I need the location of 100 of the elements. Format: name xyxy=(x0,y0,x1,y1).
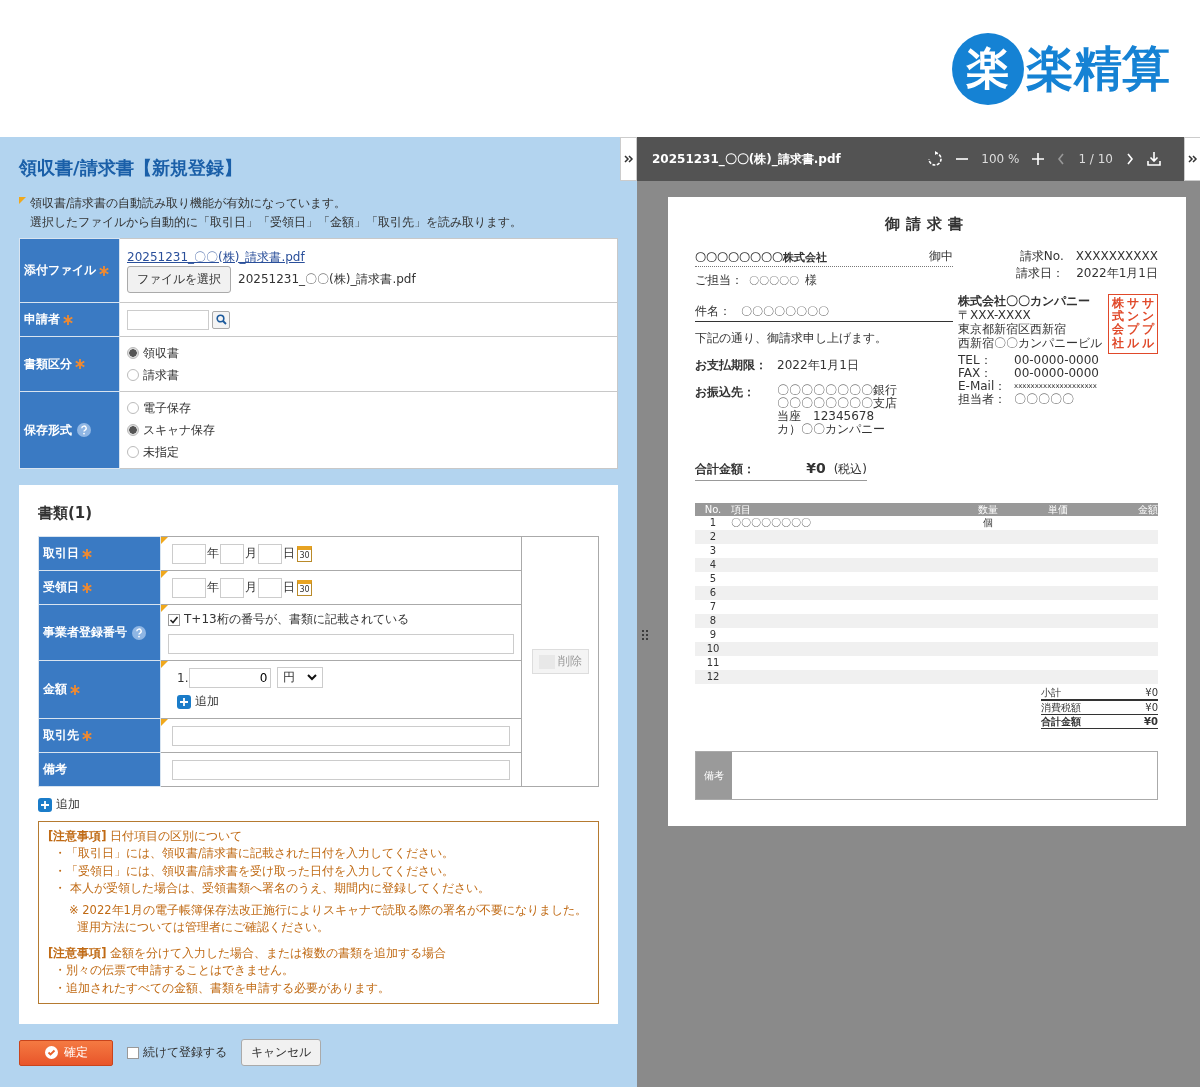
note-text: ・追加されたすべての金額、書類を申請する必要があります。 xyxy=(53,979,391,997)
currency-select[interactable]: 円 xyxy=(277,667,324,689)
collapse-button[interactable] xyxy=(1184,137,1200,181)
radio-icon[interactable] xyxy=(127,369,139,381)
calendar-icon[interactable]: 30 xyxy=(297,579,312,596)
download-icon[interactable] xyxy=(1147,152,1161,166)
unit-label: 日 xyxy=(283,579,295,596)
notice-text: 選択したファイルから自動的に「取引日」「受領日」「金額」「取引先」を読み取ります。 xyxy=(30,214,522,231)
radio-option[interactable]: 未指定 xyxy=(127,441,610,463)
page-indicator: 1 / 10 xyxy=(1078,152,1113,166)
unit-label: 月 xyxy=(245,545,257,562)
intro-text: 下記の通り、御請求申し上げます。 xyxy=(695,330,888,347)
column-header: 単価 xyxy=(1047,503,1069,516)
zoom-in-icon[interactable] xyxy=(1032,153,1045,165)
field-label: 書類区分 xyxy=(19,336,120,392)
contact-label: TEL： xyxy=(958,354,993,367)
contact-value: 00-0000-0000 xyxy=(1014,354,1099,367)
cancel-button[interactable]: キャンセル xyxy=(241,1039,321,1066)
registration-number-field[interactable] xyxy=(168,634,514,654)
radio-icon[interactable] xyxy=(127,347,139,359)
field-label: 金額 xyxy=(38,660,161,719)
radio-icon[interactable] xyxy=(127,424,139,436)
applicant-field[interactable] xyxy=(127,309,209,330)
summary-label: 小計 xyxy=(1041,687,1061,699)
year-field[interactable] xyxy=(172,577,206,598)
summary-value: ¥0 xyxy=(1145,702,1158,714)
meta-label: 請求No. xyxy=(1019,248,1064,265)
bank-detail: 当座 12345678 xyxy=(777,410,876,423)
due-label: お支払期限： xyxy=(695,357,768,374)
meta-label: 請求日： xyxy=(1016,265,1065,282)
checkbox-option[interactable]: 続けて登録する xyxy=(127,1044,227,1061)
field-label: 受領日 xyxy=(38,570,161,605)
row-number: 4 xyxy=(708,559,718,571)
note-text: ・別々の伝票で申請することはできません。 xyxy=(53,962,295,979)
subject-label: 件名： xyxy=(695,303,731,320)
help-icon[interactable] xyxy=(77,423,91,437)
issuer-address: 西新宿〇〇カンパニービル xyxy=(958,336,1103,350)
text-field[interactable] xyxy=(172,759,510,780)
due-date: 2022年1月1日 xyxy=(777,357,859,374)
file-link[interactable]: 20251231_〇〇(株)_請求書.pdf xyxy=(127,248,610,266)
file-title: 20251231_〇〇(株)_請求書.pdf xyxy=(652,150,841,168)
year-field[interactable] xyxy=(172,543,206,564)
summary-label: 合計金額 xyxy=(1041,716,1081,728)
add-link[interactable]: 追加 xyxy=(177,693,219,711)
total-label: 合計金額： xyxy=(695,461,755,478)
row-number: 7 xyxy=(708,601,718,613)
plus-icon xyxy=(38,797,52,812)
chevron-right-icon[interactable] xyxy=(1126,153,1134,165)
grip-icon[interactable] xyxy=(642,630,648,640)
month-field[interactable] xyxy=(220,543,244,564)
issuer-address: 〒XXX-XXXX xyxy=(958,308,1032,322)
rotate-icon[interactable] xyxy=(927,151,944,167)
choose-file-button[interactable]: ファイルを選択 xyxy=(127,265,231,293)
bank-detail: カ）〇〇カンパニー xyxy=(777,423,886,436)
corner-marker-icon xyxy=(19,197,26,204)
note-text: ・ 本人が受領した場合は、受領書類へ署名のうえ、期間内に登録してください。 xyxy=(53,880,491,897)
row-number: 10 xyxy=(705,643,721,655)
radio-option[interactable]: スキャナ保存 xyxy=(127,419,610,441)
day-field[interactable] xyxy=(258,543,282,564)
field-label: 事業者登録番号 xyxy=(38,604,161,661)
checkbox[interactable] xyxy=(168,613,180,626)
radio-option[interactable]: 電子保存 xyxy=(127,397,610,419)
checkbox[interactable] xyxy=(127,1046,139,1059)
calendar-icon[interactable]: 30 xyxy=(297,545,312,562)
month-field[interactable] xyxy=(220,577,244,598)
unit-label: 年 xyxy=(207,579,219,596)
row-number: 1 xyxy=(708,517,718,529)
row-number: 8 xyxy=(708,615,718,627)
radio-icon[interactable] xyxy=(127,446,139,458)
field-label: 添付ファイル xyxy=(19,238,120,303)
document-title: 御請求書 xyxy=(883,215,970,234)
add-link[interactable]: 追加 xyxy=(38,796,80,813)
row-number: 9 xyxy=(708,629,718,641)
tax-note: (税込) xyxy=(833,461,867,478)
issuer-name: 株式会社〇〇カンパニー xyxy=(958,294,1091,308)
total-amount: ¥0 xyxy=(806,460,826,476)
column-header: 数量 xyxy=(977,503,999,516)
radio-icon[interactable] xyxy=(127,402,139,414)
field-label: 取引先 xyxy=(38,718,161,753)
note-text: ・「受領日」には、領収書/請求書を受け取った日付を入力してください。 xyxy=(53,862,455,880)
amount-field[interactable]: 0 xyxy=(189,667,272,688)
collapse-button[interactable] xyxy=(620,137,637,181)
unit-label: 日 xyxy=(283,545,295,562)
amount-index: 1. xyxy=(177,670,189,685)
day-field[interactable] xyxy=(258,577,282,598)
file-name: 20251231_〇〇(株)_請求書.pdf xyxy=(238,270,416,288)
chevron-down-icon xyxy=(307,674,318,682)
search-icon xyxy=(215,314,227,325)
search-button[interactable] xyxy=(212,310,230,329)
item-name: 〇〇〇〇〇〇〇〇 xyxy=(731,517,811,528)
radio-option[interactable]: 領収書 xyxy=(127,342,610,364)
radio-option[interactable]: 請求書 xyxy=(127,364,610,386)
text-field[interactable] xyxy=(172,725,510,746)
seal-stamp: 株式会社 サンプル サンプル xyxy=(1108,294,1158,354)
summary-label: 消費税額 xyxy=(1041,702,1081,714)
meta-value: XXXXXXXXXX xyxy=(1075,248,1158,265)
bank-label: お振込先： xyxy=(695,384,756,401)
note-text: ・「取引日」には、領収書/請求書に記載された日付を入力してください。 xyxy=(53,845,455,862)
check-circle-icon xyxy=(44,1046,58,1059)
help-icon[interactable] xyxy=(132,625,146,640)
